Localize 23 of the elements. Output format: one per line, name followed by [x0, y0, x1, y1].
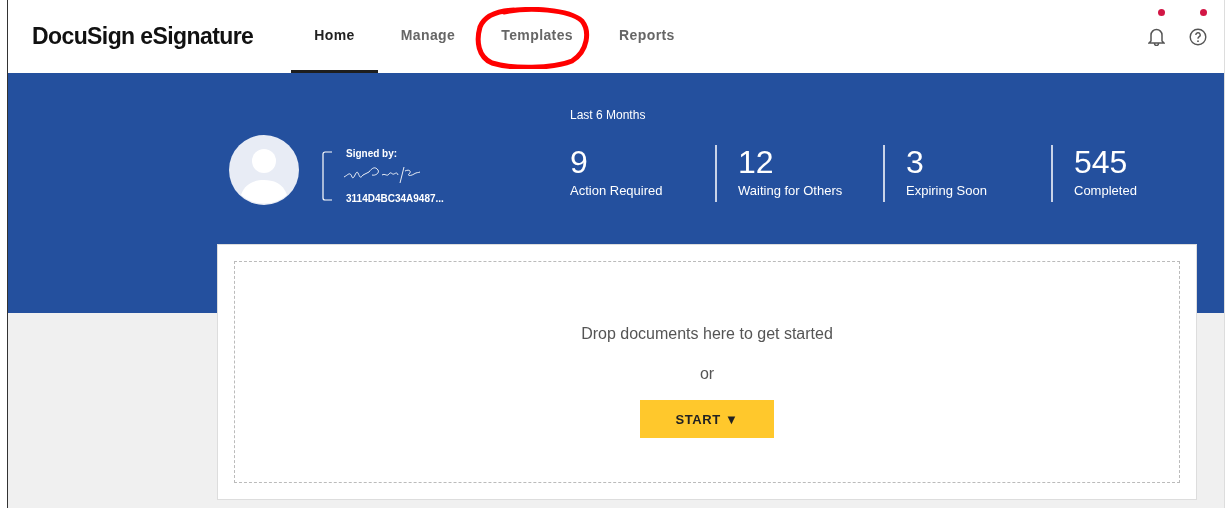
- drop-message: Drop documents here to get started: [581, 325, 833, 343]
- stat-label: Completed: [1074, 183, 1138, 198]
- stat-label: Expiring Soon: [906, 183, 988, 198]
- nav-tab[interactable]: Reports: [596, 0, 698, 73]
- period-label: Last 6 Months: [570, 108, 647, 122]
- stat-count[interactable]: 545: [1074, 145, 1219, 179]
- avatar-icon: [229, 135, 299, 205]
- signed-by-label: Signed by:: [346, 148, 398, 159]
- stat-count[interactable]: 12: [738, 145, 883, 179]
- nav-tab[interactable]: Manage: [377, 0, 479, 73]
- nav-tab[interactable]: Templates: [478, 0, 597, 73]
- bell-icon: [1147, 27, 1165, 46]
- or-label: or: [699, 365, 715, 383]
- stat-count[interactable]: 3: [906, 145, 1051, 179]
- drop-zone[interactable]: Drop documents here to get started or START ▼: [234, 261, 1180, 483]
- stat-label: Action Required: [570, 183, 664, 198]
- bracket-drawing: [322, 151, 332, 201]
- signature-id: 3114D4BC34A9487...: [346, 193, 444, 204]
- stat-label: Waiting for Others: [738, 183, 844, 198]
- stat-count[interactable]: 9: [570, 145, 715, 179]
- start-button[interactable]: START ▼: [640, 400, 774, 438]
- help-icon: [1189, 27, 1207, 46]
- docusign-logo: DocuSign eSignature: [32, 22, 254, 51]
